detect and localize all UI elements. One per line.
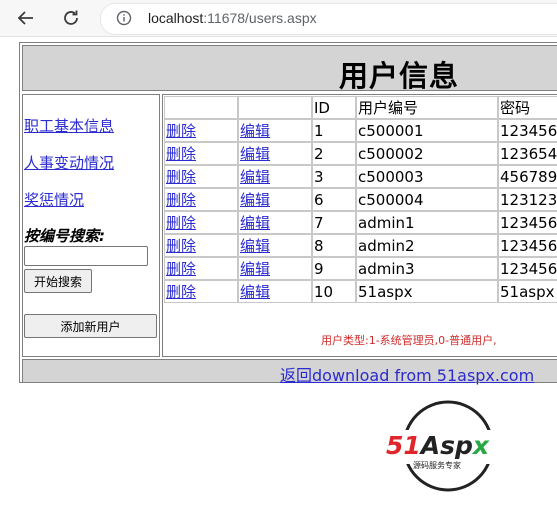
cell-id: 9 — [312, 257, 356, 280]
cell-password: 123456 — [498, 119, 557, 142]
edit-link[interactable]: 编辑 — [238, 142, 312, 165]
reload-icon — [64, 10, 78, 25]
address-bar[interactable]: localhost:11678/users.aspx — [100, 3, 557, 35]
left-menu: 职工基本信息 人事变动情况 奖惩情况 按编号搜索: 开始搜索 添加新用户 — [22, 94, 160, 357]
edit-link[interactable]: 编辑 — [238, 165, 312, 188]
edit-link[interactable]: 编辑 — [238, 280, 312, 303]
delete-link[interactable]: 删除 — [164, 165, 238, 188]
table-row: 删除编辑3c5000034567899 — [164, 165, 557, 188]
table-row: 删除 编辑 1 c500001 123456 — [164, 119, 557, 142]
user-table: ID 用户编号 密码 删除 编辑 1 c500001 123456 删除 编辑 2 c50000… — [164, 96, 557, 303]
page-header: 用户信息 — [22, 45, 557, 93]
cell-user-code: admin3 — [356, 257, 498, 280]
delete-link[interactable]: 删除 — [164, 280, 238, 303]
brand-logo: 51Aspx 源码服务专家 — [386, 400, 516, 496]
cell-user-code: c500004 — [356, 188, 498, 211]
delete-link[interactable]: 删除 — [164, 211, 238, 234]
url-path: :11678/users.aspx — [203, 10, 317, 26]
link-personnel-changes[interactable]: 人事变动情况 — [24, 152, 114, 173]
search-button[interactable]: 开始搜索 — [24, 269, 92, 293]
column-header-user-code: 用户编号 — [356, 96, 498, 119]
return-link[interactable]: 返回download from 51aspx.com — [280, 362, 534, 386]
info-icon[interactable] — [116, 10, 132, 26]
cell-id: 2 — [312, 142, 356, 165]
cell-user-code: c500001 — [356, 119, 498, 142]
cell-user-code: 51aspx — [356, 280, 498, 303]
edit-link[interactable]: 编辑 — [238, 188, 312, 211]
cell-id: 1 — [312, 119, 356, 142]
user-grid-panel: ID 用户编号 密码 删除 编辑 1 c500001 123456 删除 编辑 2 c50000… — [162, 94, 557, 357]
edit-link[interactable]: 编辑 — [238, 211, 312, 234]
cell-id: 8 — [312, 234, 356, 257]
cell-password: 123456 — [498, 211, 557, 234]
cell-password: 123456 — [498, 257, 557, 280]
cell-user-code: c500002 — [356, 142, 498, 165]
table-row: 删除 编辑 7 admin1 123456 — [164, 211, 557, 234]
delete-link[interactable]: 删除 — [164, 188, 238, 211]
search-label: 按编号搜索: — [24, 227, 105, 245]
page-table: 用户信息 职工基本信息 人事变动情况 奖惩情况 按编号搜索: 开始搜索 添加新用… — [19, 42, 557, 386]
page-footer: 返回download from 51aspx.com — [22, 359, 557, 386]
cell-password: 123123 — [498, 188, 557, 211]
table-row: 删除 编辑 9 admin3 123456 — [164, 257, 557, 280]
table-row: 删除 编辑 8 admin2 123456 — [164, 234, 557, 257]
cell-id: 10 — [312, 280, 356, 303]
cell-id: 7 — [312, 211, 356, 234]
back-button[interactable] — [13, 5, 39, 31]
cell-user-code: c500003 — [356, 165, 498, 188]
delete-link[interactable]: 删除 — [164, 119, 238, 142]
url-host: localhost — [148, 10, 204, 26]
delete-link[interactable]: 删除 — [164, 257, 238, 280]
page-title: 用户信息 — [339, 59, 460, 93]
edit-link[interactable]: 编辑 — [238, 234, 312, 257]
table-row: 删除 编辑 10 51aspx 51aspx — [164, 280, 557, 303]
arrow-left-icon — [17, 11, 33, 25]
cell-id: 6 — [312, 188, 356, 211]
cell-user-code: admin1 — [356, 211, 498, 234]
cell-password: 4567899 — [498, 165, 557, 188]
add-user-button[interactable]: 添加新用户 — [24, 314, 157, 338]
logo-slogan: 源码服务专家 — [413, 460, 461, 470]
user-type-note: 用户类型:1-系统管理员,0-普通用户, — [321, 334, 497, 347]
delete-link[interactable]: 删除 — [164, 142, 238, 165]
link-rewards-penalties[interactable]: 奖惩情况 — [24, 189, 84, 210]
table-row: 删除 编辑 2 c500002 123654 — [164, 142, 557, 165]
column-header-id: ID — [312, 96, 356, 119]
cell-password: 123456 — [498, 234, 557, 257]
url-text: localhost:11678/users.aspx — [148, 10, 317, 26]
user-table-body: ID 用户编号 密码 删除 编辑 1 c500001 123456 删除 编辑 2 c50000… — [164, 96, 557, 303]
cell-id: 3 — [312, 165, 356, 188]
delete-link[interactable]: 删除 — [164, 234, 238, 257]
table-row: 删除 编辑 6 c500004 123123 — [164, 188, 557, 211]
reload-button[interactable] — [58, 5, 84, 31]
column-header — [164, 96, 238, 119]
logo-wordmark: 51Aspx — [386, 431, 490, 460]
table-header-row: ID 用户编号 密码 — [164, 96, 557, 119]
edit-link[interactable]: 编辑 — [238, 257, 312, 280]
logo-graphic: 51Aspx 源码服务专家 — [386, 400, 516, 492]
column-header — [238, 96, 312, 119]
edit-link[interactable]: 编辑 — [238, 119, 312, 142]
link-employee-info[interactable]: 职工基本信息 — [24, 115, 114, 136]
cell-user-code: admin2 — [356, 234, 498, 257]
cell-password: 123654 — [498, 142, 557, 165]
cell-password: 51aspx — [498, 280, 557, 303]
column-header-password: 密码 — [498, 96, 557, 119]
search-input[interactable] — [24, 246, 148, 266]
browser-toolbar: localhost:11678/users.aspx — [0, 0, 557, 37]
